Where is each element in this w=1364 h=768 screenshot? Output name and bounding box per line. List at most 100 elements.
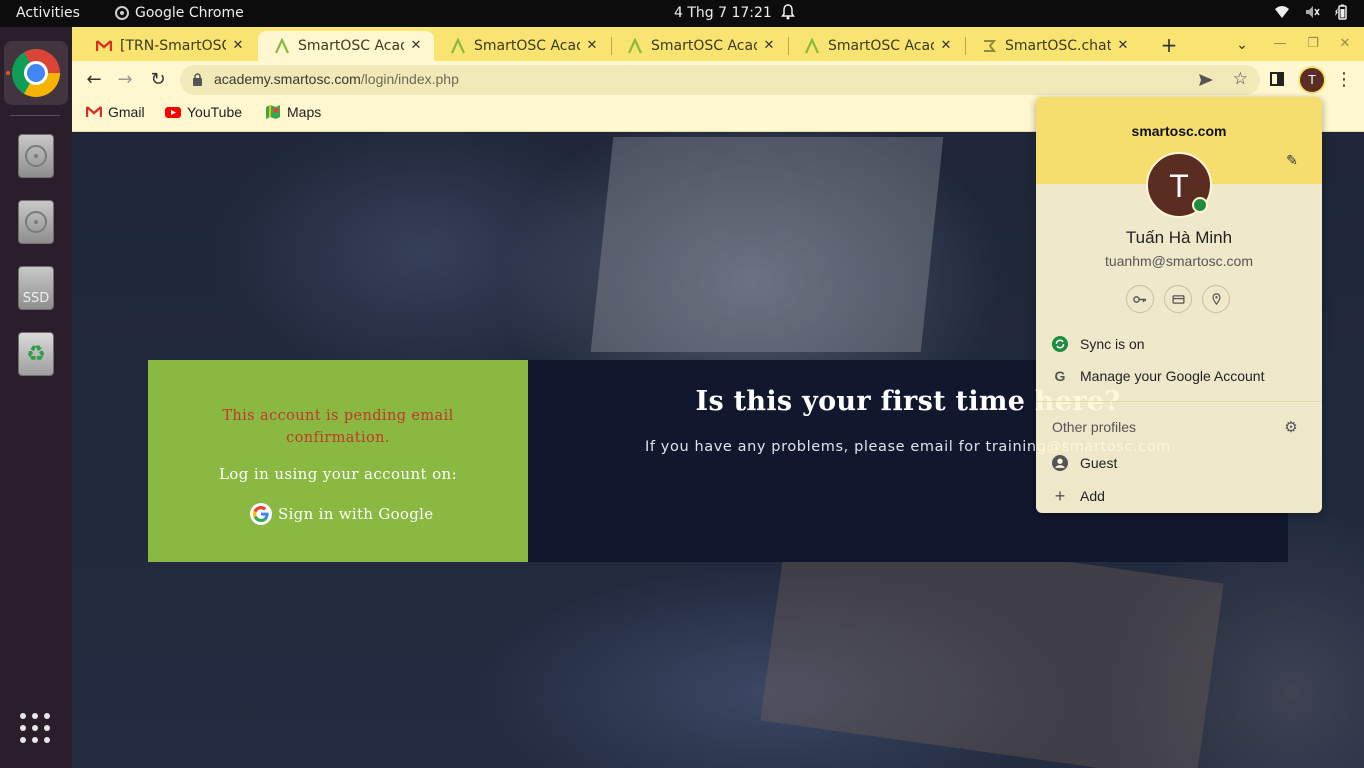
academy-icon <box>804 38 820 54</box>
login-panel: This account is pending email confirmati… <box>148 360 528 562</box>
close-tab-icon[interactable]: ✕ <box>230 38 246 54</box>
browser-toolbar: ← → ↻ academy.smartosc.com/login/index.p… <box>72 61 1364 99</box>
menu-kebab-icon[interactable]: ⋮ <box>1334 68 1354 92</box>
google-g-icon: G <box>1054 368 1066 384</box>
wifi-icon <box>1275 6 1289 18</box>
academy-icon <box>274 38 290 54</box>
close-tab-icon[interactable]: ✕ <box>584 38 600 54</box>
trash-icon: ♻ <box>18 332 54 376</box>
tab-academy-active[interactable]: SmartOSC Acade ✕ <box>258 31 434 61</box>
sync-icon <box>1052 336 1068 352</box>
academy-icon <box>450 38 466 54</box>
disk-icon <box>18 200 54 244</box>
dock-disk-2[interactable] <box>4 190 68 254</box>
tab-academy-3[interactable]: SmartOSC Acade ✕ <box>611 31 787 61</box>
ssd-icon: SSD <box>18 266 54 310</box>
app-menu-label: Google Chrome <box>135 5 244 21</box>
tab-chat[interactable]: SmartOSC.chat ✕ <box>965 31 1141 61</box>
notification-bell-icon <box>781 4 795 20</box>
tab-strip: [TRN-SmartOSC] ✕ SmartOSC Acade ✕ SmartO… <box>72 27 1364 61</box>
battery-icon <box>1335 4 1347 20</box>
dock-ssd[interactable]: SSD <box>4 256 68 320</box>
address-bar[interactable]: academy.smartosc.com/login/index.php ☆ <box>180 65 1260 95</box>
add-plus-icon: + <box>1054 485 1066 506</box>
minimize-icon[interactable]: — <box>1271 35 1289 53</box>
system-tray[interactable] <box>1274 4 1350 20</box>
ssd-label: SSD <box>22 291 50 306</box>
close-window-icon[interactable]: ✕ <box>1336 35 1354 53</box>
guest-person-icon <box>1052 455 1068 471</box>
activities-button[interactable]: Activities <box>16 5 80 21</box>
background-photo-book <box>590 137 944 352</box>
pending-confirmation-error: This account is pending email confirmati… <box>222 408 454 446</box>
google-g-icon <box>250 503 272 525</box>
side-panel-icon[interactable] <box>1270 72 1284 86</box>
tab-search-chevron-icon[interactable]: ⌄ <box>1230 33 1254 57</box>
bookmark-label: Gmail <box>108 104 145 120</box>
login-using-label: Log in using your account on: <box>218 465 458 483</box>
ubuntu-dock: SSD ♻ <box>0 27 72 768</box>
sign-in-with-google-button[interactable]: Sign in with Google <box>250 503 433 525</box>
tab-title: [TRN-SmartOSC] <box>120 38 226 54</box>
profile-email: tuanhm@smartosc.com <box>1104 253 1254 269</box>
sync-status-label: Sync is on <box>1080 336 1145 352</box>
reload-button[interactable]: ↻ <box>146 68 170 92</box>
manage-profiles-gear-icon[interactable]: ⚙ <box>1283 419 1299 435</box>
tab-title: SmartOSC Acade <box>298 38 404 54</box>
close-tab-icon[interactable]: ✕ <box>408 38 424 54</box>
sync-status-row[interactable]: Sync is on <box>1036 330 1322 358</box>
tab-title: SmartOSC Acade <box>651 38 757 54</box>
passwords-key-icon[interactable] <box>1126 285 1154 313</box>
profile-divider <box>1036 401 1322 402</box>
maps-icon <box>266 105 280 119</box>
tab-academy-4[interactable]: SmartOSC Acade ✕ <box>788 31 964 61</box>
google-button-label: Sign in with Google <box>278 505 434 523</box>
bookmark-youtube[interactable]: YouTube <box>165 104 242 120</box>
edit-pencil-icon[interactable]: ✎ <box>1284 153 1300 169</box>
add-label: Add <box>1080 488 1105 504</box>
new-tab-button[interactable]: + <box>1155 31 1183 59</box>
dock-disk-1[interactable] <box>4 124 68 188</box>
tab-title: SmartOSC.chat <box>1005 38 1111 54</box>
lock-icon <box>193 73 202 86</box>
close-tab-icon[interactable]: ✕ <box>938 38 954 54</box>
tab-academy-2[interactable]: SmartOSC Acade ✕ <box>434 31 610 61</box>
gnome-top-bar: Activities Google Chrome 4 Thg 7 17:21 <box>0 0 1364 27</box>
manage-google-account-row[interactable]: G Manage your Google Account <box>1036 362 1322 390</box>
profile-name: Tuấn Hà Minh <box>1125 228 1233 247</box>
close-tab-icon[interactable]: ✕ <box>761 38 777 54</box>
app-menu[interactable]: Google Chrome <box>115 5 244 21</box>
bookmark-star-icon[interactable]: ☆ <box>1233 69 1248 89</box>
dock-chrome[interactable] <box>4 41 68 105</box>
sync-badge-icon <box>1192 197 1208 213</box>
profile-avatar-button[interactable]: T <box>1300 68 1324 92</box>
tab-title: SmartOSC Acade <box>828 38 934 54</box>
url-text: academy.smartosc.com/login/index.php <box>214 71 459 87</box>
manage-account-label: Manage your Google Account <box>1080 368 1265 384</box>
forward-button[interactable]: → <box>113 68 137 92</box>
back-button[interactable]: ← <box>82 68 106 92</box>
payment-card-icon[interactable] <box>1164 285 1192 313</box>
guest-profile-row[interactable]: Guest <box>1036 449 1322 477</box>
dock-separator <box>10 115 60 116</box>
tab-gmail[interactable]: [TRN-SmartOSC] ✕ <box>80 31 256 61</box>
show-applications-icon[interactable] <box>20 713 50 743</box>
close-tab-icon[interactable]: ✕ <box>1115 38 1131 54</box>
chat-icon <box>981 38 997 54</box>
dock-trash[interactable]: ♻ <box>4 322 68 386</box>
clock[interactable]: 4 Thg 7 17:21 <box>674 5 772 21</box>
other-profiles-label: Other profiles <box>1052 419 1137 435</box>
maximize-icon[interactable]: ❐ <box>1304 35 1322 53</box>
tab-title: SmartOSC Acade <box>474 38 580 54</box>
address-location-icon[interactable] <box>1202 285 1230 313</box>
chrome-icon <box>115 6 129 20</box>
send-tab-icon[interactable] <box>1196 70 1216 90</box>
running-indicator <box>6 71 10 75</box>
bookmark-label: Maps <box>287 104 322 120</box>
youtube-icon <box>165 107 181 118</box>
add-profile-row[interactable]: + Add <box>1036 482 1322 510</box>
gmail-icon <box>86 106 102 117</box>
profile-domain: smartosc.com <box>1131 123 1227 139</box>
bookmark-gmail[interactable]: Gmail <box>86 104 145 120</box>
bookmark-maps[interactable]: Maps <box>265 104 321 120</box>
